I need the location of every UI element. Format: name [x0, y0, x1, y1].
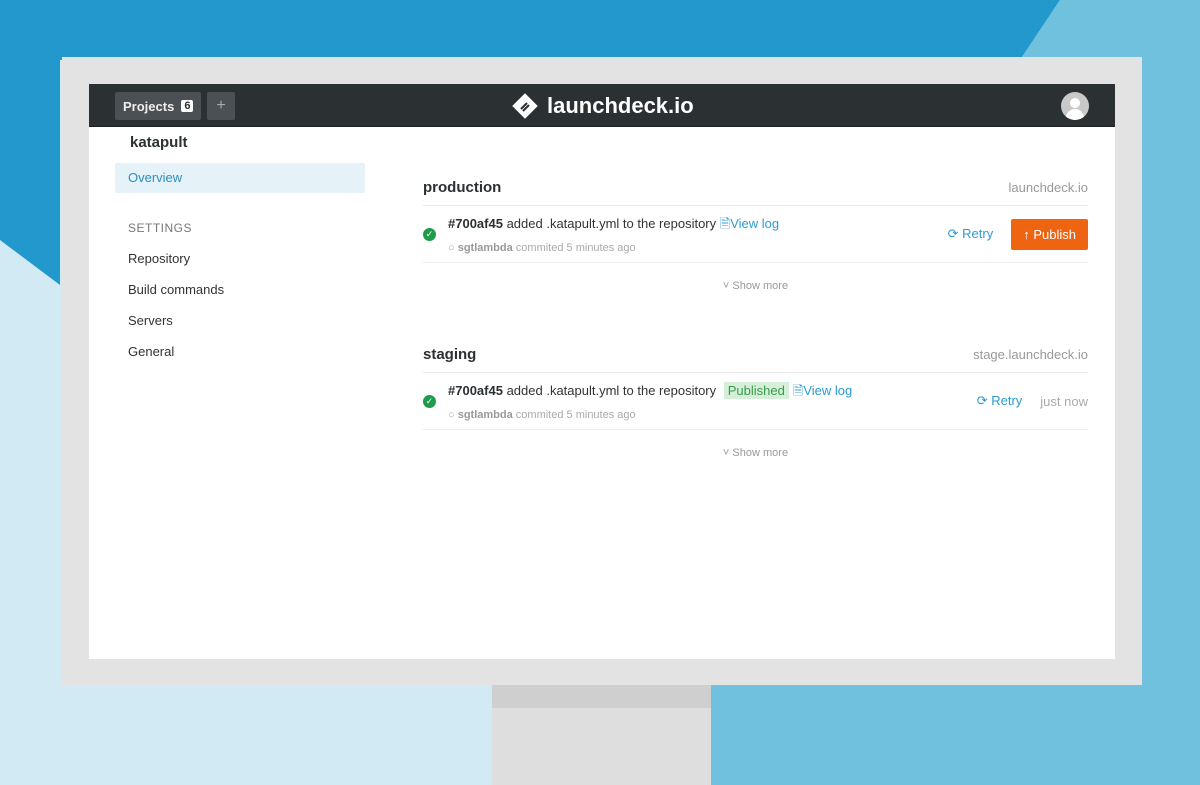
environment-name: staging [423, 346, 477, 363]
environment-url[interactable]: stage.launchdeck.io [973, 347, 1088, 362]
commit-message: added .katapult.yml to the repository [506, 215, 717, 231]
retry-label: Retry [991, 393, 1023, 408]
show-more-label: Show more [732, 280, 789, 292]
chevron-down-icon: ˅ [722, 280, 730, 292]
view-log-label: View log [803, 382, 853, 398]
refresh-icon: ⟳ [976, 393, 988, 408]
view-log-link[interactable]: 🗎View log [793, 383, 852, 398]
view-log-link[interactable]: 🗎View log [720, 216, 779, 231]
user-avatar[interactable] [1061, 92, 1089, 120]
show-more-button[interactable]: ˅ Show more [423, 447, 1088, 459]
environment-url[interactable]: launchdeck.io [1009, 180, 1089, 195]
sidebar-item-servers[interactable]: Servers [115, 305, 365, 336]
projects-button[interactable]: Projects 6 [115, 92, 202, 120]
commit-author: sgtlambda [457, 408, 513, 421]
brand-name: launchdeck.io [547, 93, 694, 118]
add-project-button[interactable]: + [207, 92, 235, 120]
view-log-label: View log [730, 215, 780, 231]
sidebar: katapult Overview SETTINGS Repository Bu… [115, 134, 365, 367]
github-icon: ○ [448, 408, 455, 421]
sidebar-item-overview[interactable]: Overview [115, 163, 365, 193]
sidebar-item-general[interactable]: General [115, 336, 365, 367]
environment-staging: staging stage.launchdeck.io ✓ #700af45 ad… [423, 343, 1088, 459]
deployment-row: ✓ #700af45 added .katapult.yml to the re… [423, 373, 1088, 430]
published-badge: Published [723, 381, 789, 399]
refresh-icon: ⟳ [947, 226, 959, 241]
rocket-logo-icon [512, 93, 538, 119]
app-window: Projects 6 + launchdeck.io katapult Overv… [89, 84, 1115, 659]
settings-heading: SETTINGS [128, 221, 193, 235]
monitor-stand [492, 685, 711, 785]
commit-author: sgtlambda [457, 241, 513, 254]
environment-name: production [423, 179, 502, 196]
arrow-up-icon: ↑ [1023, 226, 1030, 242]
success-check-icon: ✓ [423, 394, 436, 408]
commit-message: added .katapult.yml to the repository [506, 382, 717, 398]
show-more-label: Show more [732, 447, 789, 459]
top-bar: Projects 6 + launchdeck.io [89, 84, 1115, 127]
document-icon: 🗎 [719, 215, 731, 231]
commit-time: commited 5 minutes ago [515, 408, 636, 421]
project-name: katapult [130, 134, 188, 151]
environment-production: production launchdeck.io ✓ #700af45 added… [423, 176, 1088, 292]
projects-label: Projects [123, 98, 175, 114]
github-icon: ○ [448, 241, 455, 254]
sidebar-item-build-commands[interactable]: Build commands [115, 274, 365, 305]
commit-hash[interactable]: #700af45 [448, 383, 503, 398]
document-icon: 🗎 [792, 382, 804, 398]
brand-logo[interactable]: launchdeck.io [511, 92, 694, 120]
retry-button[interactable]: ⟳ Retry [948, 226, 994, 242]
show-more-button[interactable]: ˅ Show more [423, 280, 1088, 292]
commit-hash[interactable]: #700af45 [448, 216, 503, 231]
retry-label: Retry [962, 226, 994, 241]
projects-count-badge: 6 [181, 100, 194, 112]
success-check-icon: ✓ [423, 227, 436, 241]
deploy-time: just now [1040, 393, 1088, 409]
user-icon [1066, 98, 1084, 120]
commit-time: commited 5 minutes ago [515, 241, 636, 254]
publish-button[interactable]: ↑ Publish [1011, 218, 1088, 250]
publish-label: Publish [1033, 226, 1076, 242]
retry-button[interactable]: ⟳ Retry [977, 393, 1023, 409]
sidebar-item-repository[interactable]: Repository [115, 243, 365, 274]
deployment-row: ✓ #700af45 added .katapult.yml to the re… [423, 206, 1088, 263]
chevron-down-icon: ˅ [722, 447, 730, 459]
